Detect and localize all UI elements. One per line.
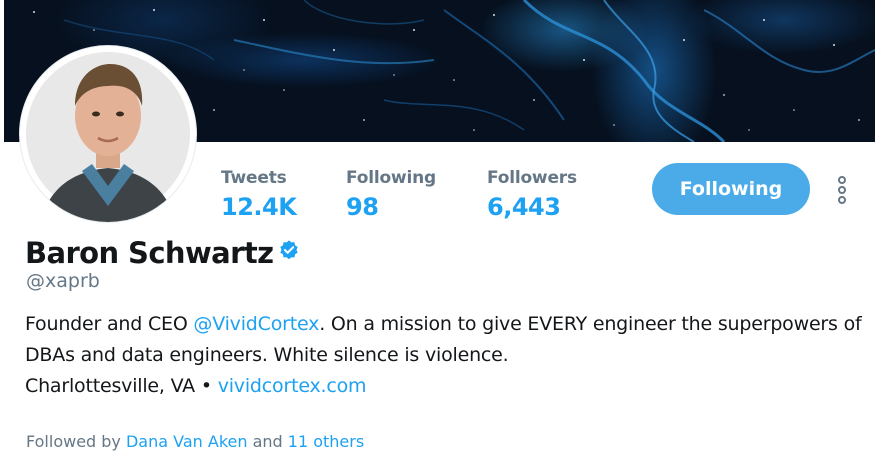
profile-name[interactable]: Baron Schwartz <box>25 236 274 270</box>
bio-mention-link[interactable]: @VividCortex <box>193 313 319 335</box>
stat-tweets[interactable]: Tweets 12.4K <box>221 168 297 221</box>
separator-dot: • <box>200 375 212 397</box>
following-button[interactable]: Following <box>652 163 810 215</box>
profile-avatar[interactable] <box>20 46 196 222</box>
stat-value: 6,443 <box>487 193 561 221</box>
stat-label: Followers <box>487 168 577 188</box>
stat-value: 12.4K <box>221 193 297 221</box>
followed-by-connector: and <box>247 432 288 451</box>
profile-location-row: Charlottesville, VA • vividcortex.com <box>25 375 367 397</box>
stat-label: Tweets <box>221 168 287 188</box>
stat-following[interactable]: Following 98 <box>346 168 436 221</box>
profile-bio: Founder and CEO @VividCortex. On a missi… <box>25 309 875 371</box>
profile-handle[interactable]: @xaprb <box>26 270 100 292</box>
followed-by-others-link[interactable]: 11 others <box>288 432 364 451</box>
more-vertical-icon[interactable] <box>834 176 850 204</box>
verified-badge-icon <box>280 240 299 260</box>
stat-value: 98 <box>346 193 379 221</box>
followed-by-user-link[interactable]: Dana Van Aken <box>126 432 248 451</box>
followed-by-prefix: Followed by <box>26 432 126 451</box>
stat-label: Following <box>346 168 436 188</box>
profile-name-row: Baron Schwartz <box>25 236 300 270</box>
stat-followers[interactable]: Followers 6,443 <box>487 168 577 221</box>
bio-text: Founder and CEO <box>25 313 194 335</box>
location-text: Charlottesville, VA <box>25 375 195 397</box>
followed-by: Followed by Dana Van Aken and 11 others <box>26 432 364 451</box>
website-link[interactable]: vividcortex.com <box>218 375 367 397</box>
avatar-photo <box>26 52 190 222</box>
